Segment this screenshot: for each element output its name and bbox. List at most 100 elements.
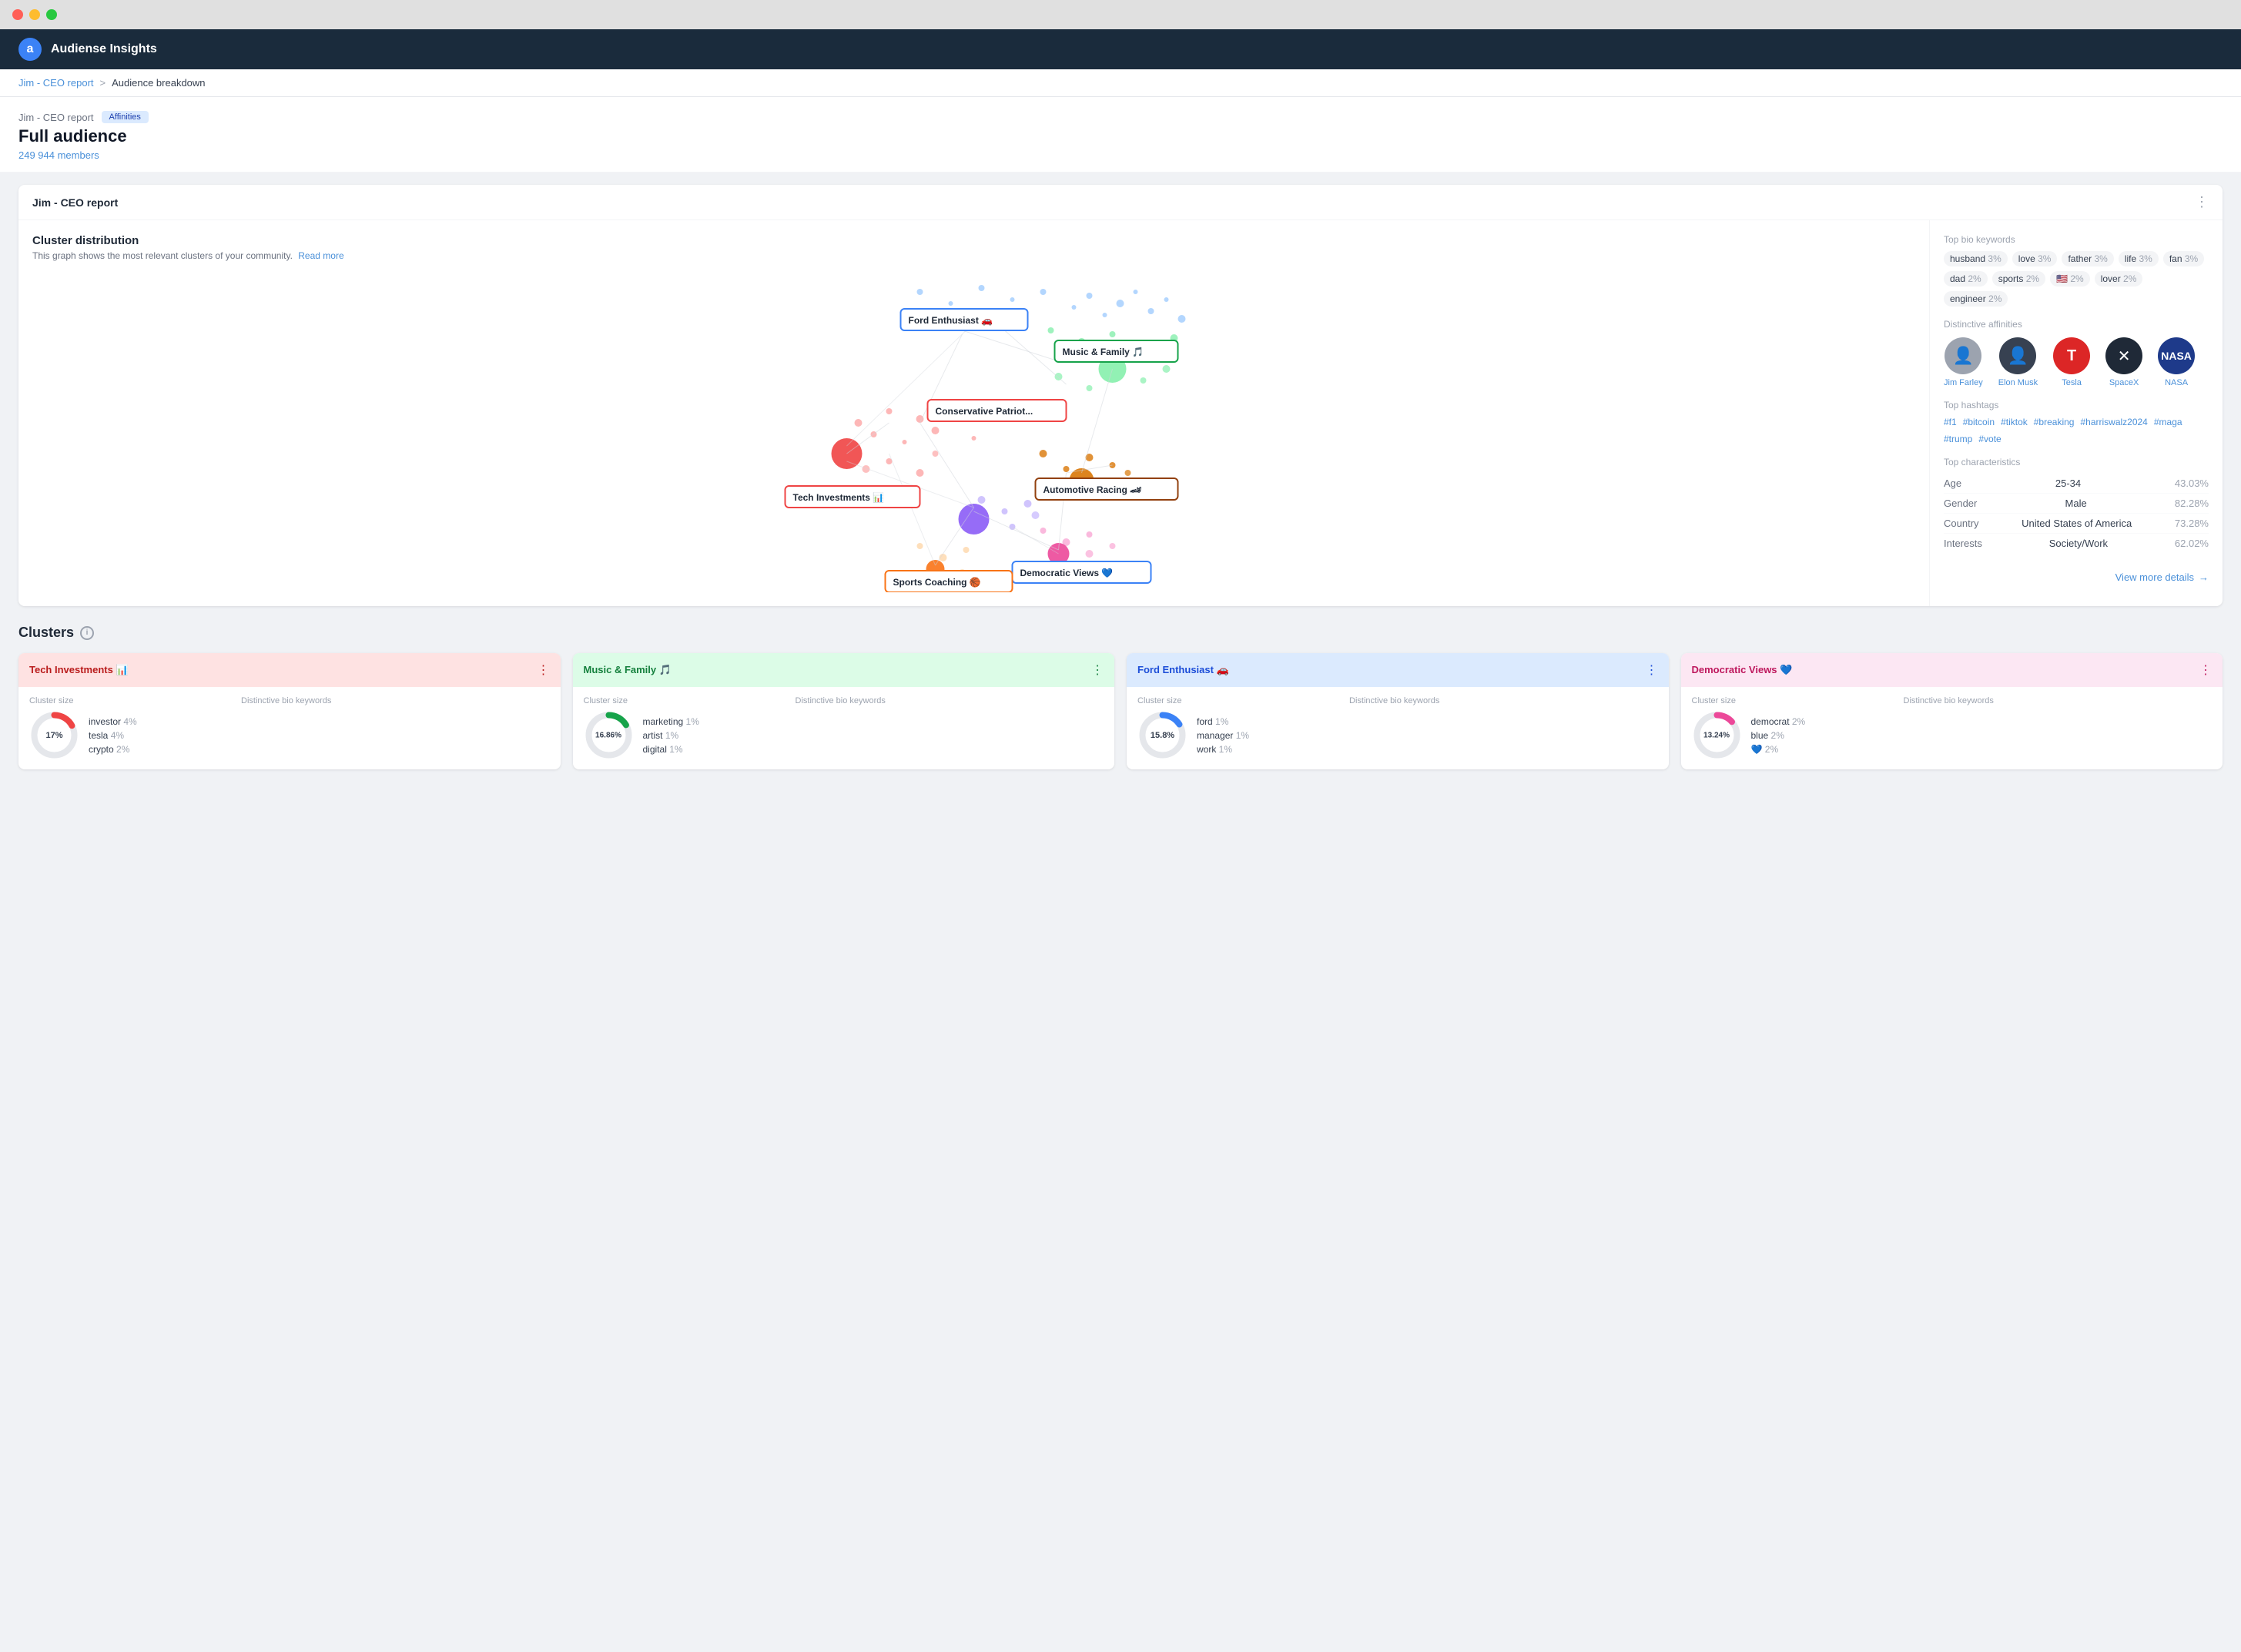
kw-marketing: marketing 1% bbox=[643, 716, 1104, 727]
affinity-jim-farley[interactable]: 👤 Jim Farley bbox=[1944, 337, 1983, 387]
char-age-row: Age 25-34 43.03% bbox=[1944, 474, 2209, 494]
cluster-dem-kw-label: Distinctive bio keywords bbox=[1904, 696, 2213, 705]
cluster-svg: Ford Enthusiast 🚗 Music & Family 🎵 Conse… bbox=[32, 269, 1915, 592]
cluster-viz: Ford Enthusiast 🚗 Music & Family 🎵 Conse… bbox=[32, 269, 1915, 592]
ht-vote[interactable]: #vote bbox=[1978, 434, 2001, 444]
view-more-link[interactable]: View more details → bbox=[1944, 565, 2209, 583]
affinity-nasa-name: NASA bbox=[2165, 378, 2188, 387]
kw-tesla: tesla 4% bbox=[89, 730, 550, 741]
dot-yellow[interactable] bbox=[29, 9, 40, 20]
char-country-row: Country United States of America 73.28% bbox=[1944, 514, 2209, 534]
kw-dad: dad 2% bbox=[1944, 271, 1988, 287]
cluster-music-kw-label: Distinctive bio keywords bbox=[796, 696, 1104, 705]
svg-text:Democratic Views 💙: Democratic Views 💙 bbox=[1020, 568, 1114, 578]
side-panel: Top bio keywords husband 3% love 3% fath… bbox=[1930, 220, 2223, 606]
dot-green[interactable] bbox=[46, 9, 57, 20]
cluster-card-ford: Ford Enthusiast 🚗 ⋮ Cluster size Distinc… bbox=[1127, 653, 1669, 769]
cluster-distribution-panel: Cluster distribution This graph shows th… bbox=[18, 220, 1930, 606]
clusters-title: Clusters bbox=[18, 625, 74, 641]
top-hashtags-section: Top hashtags #f1 #bitcoin #tiktok #break… bbox=[1944, 400, 2209, 444]
svg-text:Music & Family 🎵: Music & Family 🎵 bbox=[1063, 347, 1144, 357]
kw-fan: fan 3% bbox=[2163, 251, 2204, 266]
arrow-right-icon: → bbox=[2199, 571, 2209, 583]
cluster-tech-kw-label: Distinctive bio keywords bbox=[241, 696, 550, 705]
char-country-pct: 73.28% bbox=[2175, 518, 2209, 529]
affinities-title: Distinctive affinities bbox=[1944, 319, 2209, 330]
main-card-menu-icon[interactable]: ⋮ bbox=[2195, 194, 2209, 210]
dot-red[interactable] bbox=[12, 9, 23, 20]
affinity-nasa[interactable]: NASA NASA bbox=[2158, 337, 2195, 387]
cluster-democratic-body: Cluster size Distinctive bio keywords 13… bbox=[1681, 687, 2223, 769]
ht-tiktok[interactable]: #tiktok bbox=[2001, 417, 2028, 427]
ht-f1[interactable]: #f1 bbox=[1944, 417, 1957, 427]
logo-icon: a bbox=[18, 38, 42, 61]
read-more-link[interactable]: Read more bbox=[298, 250, 343, 261]
affinity-elon-musk-name: Elon Musk bbox=[1998, 378, 2038, 387]
ht-breaking[interactable]: #breaking bbox=[2034, 417, 2075, 427]
svg-text:Conservative Patriot...: Conservative Patriot... bbox=[936, 406, 1033, 417]
kw-sports: sports 2% bbox=[1992, 271, 2045, 287]
cluster-tech-size-label: Cluster size bbox=[29, 696, 235, 705]
cluster-democratic-header: Democratic Views 💙 ⋮ bbox=[1681, 653, 2223, 687]
cluster-music-menu[interactable]: ⋮ bbox=[1091, 662, 1104, 678]
app-name: Audiense Insights bbox=[51, 42, 157, 56]
info-icon[interactable]: i bbox=[80, 626, 94, 640]
char-gender-row: Gender Male 82.28% bbox=[1944, 494, 2209, 514]
cluster-music-title: Music & Family 🎵 bbox=[584, 664, 672, 676]
cluster-ford-size-label: Cluster size bbox=[1137, 696, 1343, 705]
main-card-header: Jim - CEO report ⋮ bbox=[18, 185, 2223, 220]
cluster-democratic-menu[interactable]: ⋮ bbox=[2199, 662, 2212, 678]
char-country-value: United States of America bbox=[2022, 518, 2132, 529]
affinity-spacex[interactable]: ✕ SpaceX bbox=[2105, 337, 2142, 387]
svg-text:Ford Enthusiast 🚗: Ford Enthusiast 🚗 bbox=[909, 315, 993, 326]
affinity-tesla-name: Tesla bbox=[2062, 378, 2082, 387]
char-age-label: Age bbox=[1944, 478, 1961, 489]
ht-trump[interactable]: #trump bbox=[1944, 434, 1972, 444]
bio-keywords-title: Top bio keywords bbox=[1944, 234, 2209, 245]
cluster-card-tech: Tech Investments 📊 ⋮ Cluster size Distin… bbox=[18, 653, 561, 769]
kw-digital: digital 1% bbox=[643, 744, 1104, 755]
cluster-ford-title: Ford Enthusiast 🚗 bbox=[1137, 664, 1229, 676]
report-name-label: Jim - CEO report bbox=[18, 112, 94, 123]
navbar: a Audiense Insights bbox=[0, 29, 2241, 69]
cluster-democratic-title: Democratic Views 💙 bbox=[1692, 664, 1793, 676]
cluster-music-header: Music & Family 🎵 ⋮ bbox=[573, 653, 1115, 687]
kw-manager: manager 1% bbox=[1197, 730, 1658, 741]
cluster-dem-size-label: Cluster size bbox=[1692, 696, 1898, 705]
page-header: Jim - CEO report Affinities Full audienc… bbox=[0, 97, 2241, 173]
clusters-header: Clusters i bbox=[18, 625, 2223, 641]
main-content: Jim - CEO report ⋮ Cluster distribution … bbox=[0, 173, 2241, 1652]
affinities-row: 👤 Jim Farley 👤 Elon Musk T Tesla ✕ bbox=[1944, 337, 2209, 387]
cluster-tech-menu[interactable]: ⋮ bbox=[538, 662, 550, 678]
kw-love: love 3% bbox=[2012, 251, 2058, 266]
top-characteristics-section: Top characteristics Age 25-34 43.03% Gen… bbox=[1944, 457, 2209, 553]
char-interests-row: Interests Society/Work 62.02% bbox=[1944, 534, 2209, 553]
ht-harriswalz[interactable]: #harriswalz2024 bbox=[2080, 417, 2147, 427]
char-interests-label: Interests bbox=[1944, 538, 1982, 549]
affinities-badge: Affinities bbox=[102, 111, 149, 123]
bio-keywords-section: Top bio keywords husband 3% love 3% fath… bbox=[1944, 234, 2209, 307]
hashtags-title: Top hashtags bbox=[1944, 400, 2209, 410]
cluster-distribution-title: Cluster distribution bbox=[32, 234, 1915, 247]
hashtags-tags: #f1 #bitcoin #tiktok #breaking #harriswa… bbox=[1944, 417, 2209, 444]
ht-maga[interactable]: #maga bbox=[2154, 417, 2182, 427]
kw-blue: blue 2% bbox=[1751, 730, 2213, 741]
affinity-elon-musk[interactable]: 👤 Elon Musk bbox=[1998, 337, 2038, 387]
cluster-ford-menu[interactable]: ⋮ bbox=[1646, 662, 1658, 678]
distinctive-affinities-section: Distinctive affinities 👤 Jim Farley 👤 El… bbox=[1944, 319, 2209, 387]
affinity-tesla[interactable]: T Tesla bbox=[2053, 337, 2090, 387]
ht-bitcoin[interactable]: #bitcoin bbox=[1963, 417, 1995, 427]
cluster-card-music: Music & Family 🎵 ⋮ Cluster size Distinct… bbox=[573, 653, 1115, 769]
cluster-tech-title: Tech Investments 📊 bbox=[29, 664, 129, 676]
cluster-distribution-subtitle: This graph shows the most relevant clust… bbox=[32, 250, 1915, 261]
breadcrumb-link[interactable]: Jim - CEO report bbox=[18, 77, 94, 89]
window-chrome bbox=[0, 0, 2241, 29]
char-interests-value: Society/Work bbox=[2049, 538, 2108, 549]
cluster-ford-kw-label: Distinctive bio keywords bbox=[1349, 696, 1658, 705]
clusters-grid: Tech Investments 📊 ⋮ Cluster size Distin… bbox=[18, 653, 2223, 769]
affinity-jim-farley-name: Jim Farley bbox=[1944, 378, 1983, 387]
breadcrumb: Jim - CEO report > Audience breakdown bbox=[0, 69, 2241, 97]
char-interests-pct: 62.02% bbox=[2175, 538, 2209, 549]
characteristics-title: Top characteristics bbox=[1944, 457, 2209, 467]
bio-keywords-tags: husband 3% love 3% father 3% life 3% fan… bbox=[1944, 251, 2209, 307]
